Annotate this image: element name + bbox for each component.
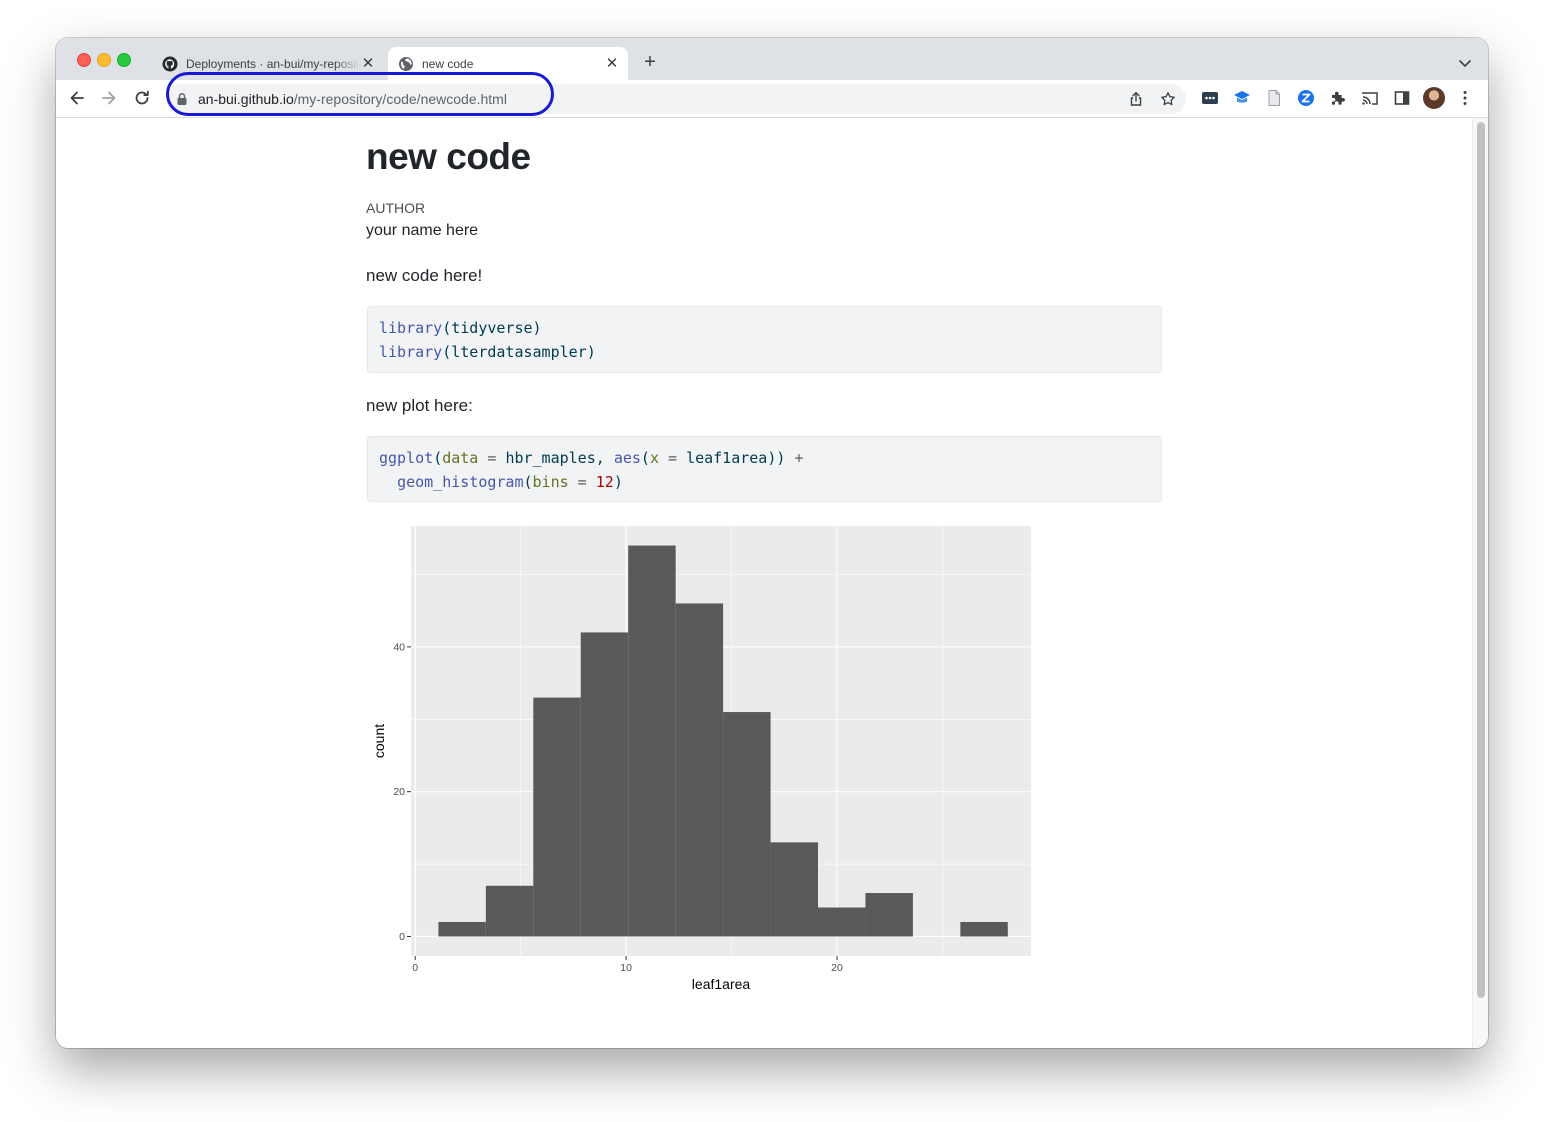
code-token: ( xyxy=(433,449,443,467)
puzzle-extensions-icon[interactable] xyxy=(1329,89,1347,107)
vertical-scrollbar[interactable] xyxy=(1472,118,1488,1048)
histogram-bar xyxy=(533,697,581,937)
code-token: ) xyxy=(613,473,623,491)
histogram-bar xyxy=(723,712,771,937)
code-token: leaf1area)) xyxy=(686,449,795,467)
chevron-down-icon[interactable] xyxy=(1456,54,1474,72)
y-tick-label: 20 xyxy=(393,786,405,798)
plot-paragraph: new plot here: xyxy=(366,396,473,415)
code-token: ggplot xyxy=(379,449,434,467)
author-name: your name here xyxy=(366,222,479,239)
code-token: = xyxy=(478,449,506,467)
code-token: data xyxy=(442,449,479,467)
zotero-extension-icon[interactable] xyxy=(1297,89,1315,107)
x-tick-label: 10 xyxy=(620,962,632,974)
code-line: ggplot(data = hbr_maples, aes(x = leaf1a… xyxy=(379,446,1150,470)
forward-arrow-icon[interactable] xyxy=(99,88,119,108)
y-tick-label: 40 xyxy=(393,641,405,653)
close-window-button[interactable] xyxy=(77,53,91,67)
histogram-bar xyxy=(960,921,1008,937)
histogram-bar xyxy=(675,603,724,937)
histogram-bar xyxy=(865,893,913,937)
code-token: ( xyxy=(523,473,533,491)
url-highlight-annotation xyxy=(166,72,554,116)
x-axis-label: leaf1area xyxy=(692,976,751,992)
code-token: = xyxy=(568,473,596,491)
code-token: ( xyxy=(640,449,650,467)
side-panel-icon[interactable] xyxy=(1393,89,1411,107)
share-icon[interactable] xyxy=(1128,91,1144,107)
code-token: hbr_maples, xyxy=(505,449,614,467)
code-token: (tidyverse) xyxy=(442,319,542,337)
y-tick-label: 0 xyxy=(399,931,405,943)
minimize-window-button[interactable] xyxy=(97,53,111,67)
code-token: library xyxy=(379,319,443,337)
password-manager-extension-icon[interactable] xyxy=(1201,89,1219,107)
browser-window: Deployments · an-bui/my-repository ✕ new… xyxy=(56,38,1488,1048)
histogram-bar xyxy=(438,921,486,937)
histogram-bar xyxy=(770,842,819,937)
cast-icon[interactable] xyxy=(1361,89,1379,107)
histogram-chart: 0 10 20 0 20 40 leaf1area count xyxy=(371,526,1031,992)
back-arrow-icon[interactable] xyxy=(67,88,87,108)
code-line: geom_histogram(bins = 12) xyxy=(379,470,1150,494)
code-line: library(lterdatasampler) xyxy=(379,340,1150,364)
histogram-bar xyxy=(485,885,534,937)
code-token: = xyxy=(658,449,687,467)
page-title: new code xyxy=(366,136,531,177)
more-menu-icon[interactable] xyxy=(1460,89,1470,107)
y-axis-label: count xyxy=(371,724,387,758)
histogram-bar xyxy=(580,632,629,937)
tab-title: Deployments · an-bui/my-repository xyxy=(186,56,360,71)
x-tick-label: 20 xyxy=(831,962,843,974)
code-token: 12 xyxy=(595,473,614,491)
author-label: AUTHOR xyxy=(366,200,426,216)
code-token: bins xyxy=(532,473,569,491)
code-token: library xyxy=(379,343,443,361)
document-extension-icon[interactable] xyxy=(1265,89,1283,107)
page-viewport[interactable]: new code AUTHOR your name here new code … xyxy=(56,118,1488,1048)
close-tab-icon[interactable]: ✕ xyxy=(360,55,376,72)
bookmark-star-icon[interactable] xyxy=(1160,91,1176,107)
code-block-ggplot[interactable]: ggplot(data = hbr_maples, aes(x = leaf1a… xyxy=(367,436,1162,502)
github-icon xyxy=(162,56,178,71)
code-token: + xyxy=(794,449,804,467)
code-block-libraries[interactable]: library(tidyverse) library(lterdatasample… xyxy=(367,306,1162,373)
reload-icon[interactable] xyxy=(132,88,152,108)
code-token: (lterdatasampler) xyxy=(442,343,596,361)
graduation-cap-extension-icon[interactable] xyxy=(1233,89,1251,107)
profile-avatar[interactable] xyxy=(1423,87,1445,109)
code-token: geom_histogram xyxy=(397,473,524,491)
code-token: aes xyxy=(613,449,641,467)
globe-icon xyxy=(399,56,413,71)
tab-title: new code xyxy=(422,56,474,71)
histogram-bar xyxy=(628,545,676,937)
intro-paragraph: new code here! xyxy=(366,266,483,285)
histogram-bar xyxy=(818,907,866,937)
zoom-window-button[interactable] xyxy=(117,53,131,67)
scrollbar-thumb[interactable] xyxy=(1477,122,1485,998)
code-line: library(tidyverse) xyxy=(379,316,1150,340)
new-tab-button[interactable]: + xyxy=(640,52,660,72)
x-tick-label: 0 xyxy=(412,962,418,974)
close-tab-icon[interactable]: ✕ xyxy=(604,55,620,72)
code-token: x xyxy=(649,449,659,467)
